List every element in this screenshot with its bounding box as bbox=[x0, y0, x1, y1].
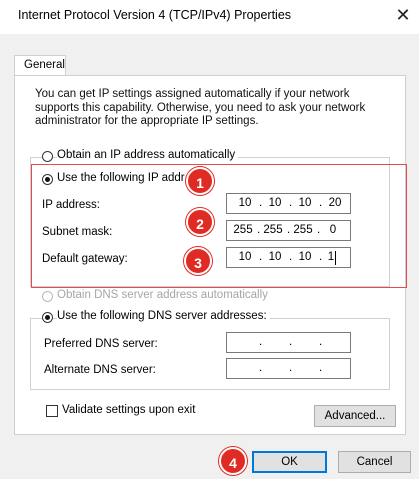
octet-separator: . bbox=[259, 362, 263, 374]
ok-button[interactable]: OK bbox=[252, 451, 327, 473]
use-following-dns-radio[interactable] bbox=[42, 312, 53, 323]
preferred-dns-field[interactable]: . . . bbox=[226, 332, 351, 353]
cancel-button[interactable]: Cancel bbox=[338, 451, 411, 473]
obtain-ip-auto-label[interactable]: Obtain an IP address automatically bbox=[57, 149, 239, 161]
preferred-dns-label: Preferred DNS server: bbox=[44, 338, 158, 350]
advanced-button[interactable]: Advanced... bbox=[314, 405, 396, 427]
tab-general[interactable]: General bbox=[14, 55, 66, 75]
annotation-badge-1: 1 bbox=[186, 167, 214, 195]
octet-separator: . bbox=[319, 362, 323, 374]
alternate-dns-label: Alternate DNS server: bbox=[44, 364, 156, 376]
octet-separator: . bbox=[259, 336, 263, 348]
highlight-box bbox=[31, 164, 407, 288]
window-title: Internet Protocol Version 4 (TCP/IPv4) P… bbox=[18, 8, 292, 22]
octet-separator: . bbox=[289, 336, 293, 348]
validate-label[interactable]: Validate settings upon exit bbox=[62, 404, 195, 416]
obtain-ip-auto-radio[interactable] bbox=[42, 151, 53, 162]
dns-settings-group bbox=[30, 318, 390, 390]
use-following-dns-label[interactable]: Use the following DNS server addresses: bbox=[57, 310, 270, 322]
annotation-badge-2: 2 bbox=[186, 208, 214, 236]
validate-checkbox[interactable] bbox=[46, 405, 58, 417]
octet-separator: . bbox=[319, 336, 323, 348]
alternate-dns-field[interactable]: . . . bbox=[226, 358, 351, 379]
annotation-badge-4: 4 bbox=[219, 447, 247, 475]
obtain-dns-auto-label[interactable]: Obtain DNS server address automatically bbox=[57, 289, 268, 301]
close-icon[interactable]: ✕ bbox=[393, 5, 413, 26]
annotation-badge-3: 3 bbox=[184, 247, 212, 275]
obtain-dns-auto-radio[interactable] bbox=[42, 291, 53, 302]
intro-text: You can get IP settings assigned automat… bbox=[35, 88, 366, 127]
octet-separator: . bbox=[289, 362, 293, 374]
